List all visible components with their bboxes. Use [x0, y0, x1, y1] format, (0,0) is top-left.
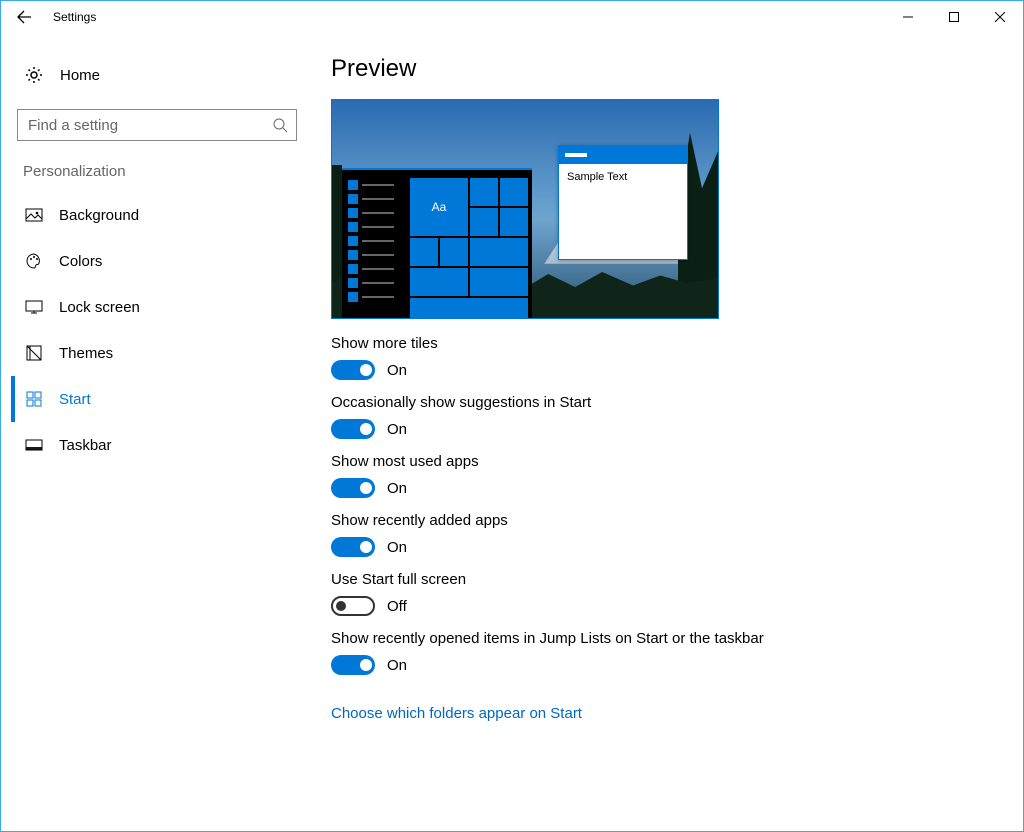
- setting-label: Show recently added apps: [331, 512, 993, 529]
- sidebar-item-label: Taskbar: [59, 437, 112, 454]
- maximize-icon: [949, 12, 959, 22]
- maximize-button[interactable]: [931, 1, 977, 33]
- minimize-button[interactable]: [885, 1, 931, 33]
- setting-label: Occasionally show suggestions in Start: [331, 394, 993, 411]
- nav: Background Colors Lock screen Themes Sta…: [17, 192, 311, 468]
- setting-0: Show more tiles On: [331, 335, 993, 380]
- minimize-icon: [903, 12, 913, 22]
- sidebar-item-background[interactable]: Background: [17, 192, 311, 238]
- sidebar-item-lockscreen[interactable]: Lock screen: [17, 284, 311, 330]
- sidebar-item-colors[interactable]: Colors: [17, 238, 311, 284]
- setting-4: Use Start full screen Off: [331, 571, 993, 616]
- sidebar-item-taskbar[interactable]: Taskbar: [17, 422, 311, 468]
- home-label: Home: [60, 67, 100, 84]
- sidebar-item-label: Lock screen: [59, 299, 140, 316]
- home-button[interactable]: Home: [17, 53, 311, 97]
- palette-icon: [23, 252, 45, 270]
- toggle-state: On: [387, 362, 407, 379]
- monitor-icon: [23, 298, 45, 316]
- main: Preview Aa: [311, 53, 1023, 831]
- sidebar-item-start[interactable]: Start: [17, 376, 311, 422]
- sidebar-item-label: Themes: [59, 345, 113, 362]
- gear-icon: [24, 65, 44, 85]
- settings-list: Show more tilesOnOccasionally show sugge…: [331, 335, 993, 675]
- picture-icon: [23, 206, 45, 224]
- setting-5: Show recently opened items in Jump Lists…: [331, 630, 993, 675]
- preview-image: Aa Sample Text: [331, 99, 719, 319]
- search-input[interactable]: [26, 116, 272, 135]
- themes-icon: [23, 344, 45, 362]
- setting-2: Show most used apps On: [331, 453, 993, 498]
- toggle-switch[interactable]: [331, 478, 375, 498]
- setting-label: Show more tiles: [331, 335, 993, 352]
- close-button[interactable]: [977, 1, 1023, 33]
- page-heading: Preview: [331, 55, 993, 83]
- toggle-switch[interactable]: [331, 655, 375, 675]
- setting-3: Show recently added apps On: [331, 512, 993, 557]
- preview-startmenu: Aa: [342, 168, 532, 318]
- sidebar-item-label: Start: [59, 391, 91, 408]
- section-header: Personalization: [23, 163, 311, 180]
- window-controls: [885, 1, 1023, 33]
- setting-label: Show most used apps: [331, 453, 993, 470]
- search-icon: [272, 117, 288, 133]
- preview-window-text: Sample Text: [559, 164, 687, 190]
- toggle-switch[interactable]: [331, 360, 375, 380]
- toggle-switch[interactable]: [331, 596, 375, 616]
- arrow-left-icon: [16, 9, 32, 25]
- close-icon: [995, 12, 1005, 22]
- setting-1: Occasionally show suggestions in Start On: [331, 394, 993, 439]
- toggle-state: On: [387, 421, 407, 438]
- titlebar: Settings: [1, 1, 1023, 33]
- sidebar: Home Personalization Background Colors L…: [11, 53, 311, 831]
- sidebar-item-label: Colors: [59, 253, 102, 270]
- taskbar-icon: [23, 436, 45, 454]
- setting-label: Show recently opened items in Jump Lists…: [331, 630, 993, 647]
- toggle-switch[interactable]: [331, 419, 375, 439]
- toggle-state: On: [387, 657, 407, 674]
- sidebar-item-label: Background: [59, 207, 139, 224]
- preview-tile-aa: Aa: [410, 178, 468, 236]
- toggle-state: On: [387, 480, 407, 497]
- back-button[interactable]: [1, 1, 47, 33]
- window-title: Settings: [47, 10, 96, 24]
- choose-folders-link[interactable]: Choose which folders appear on Start: [331, 705, 582, 722]
- toggle-state: Off: [387, 598, 407, 615]
- preview-window: Sample Text: [558, 145, 688, 260]
- sidebar-item-themes[interactable]: Themes: [17, 330, 311, 376]
- toggle-switch[interactable]: [331, 537, 375, 557]
- search-box[interactable]: [17, 109, 297, 141]
- start-icon: [23, 390, 45, 408]
- setting-label: Use Start full screen: [331, 571, 993, 588]
- toggle-state: On: [387, 539, 407, 556]
